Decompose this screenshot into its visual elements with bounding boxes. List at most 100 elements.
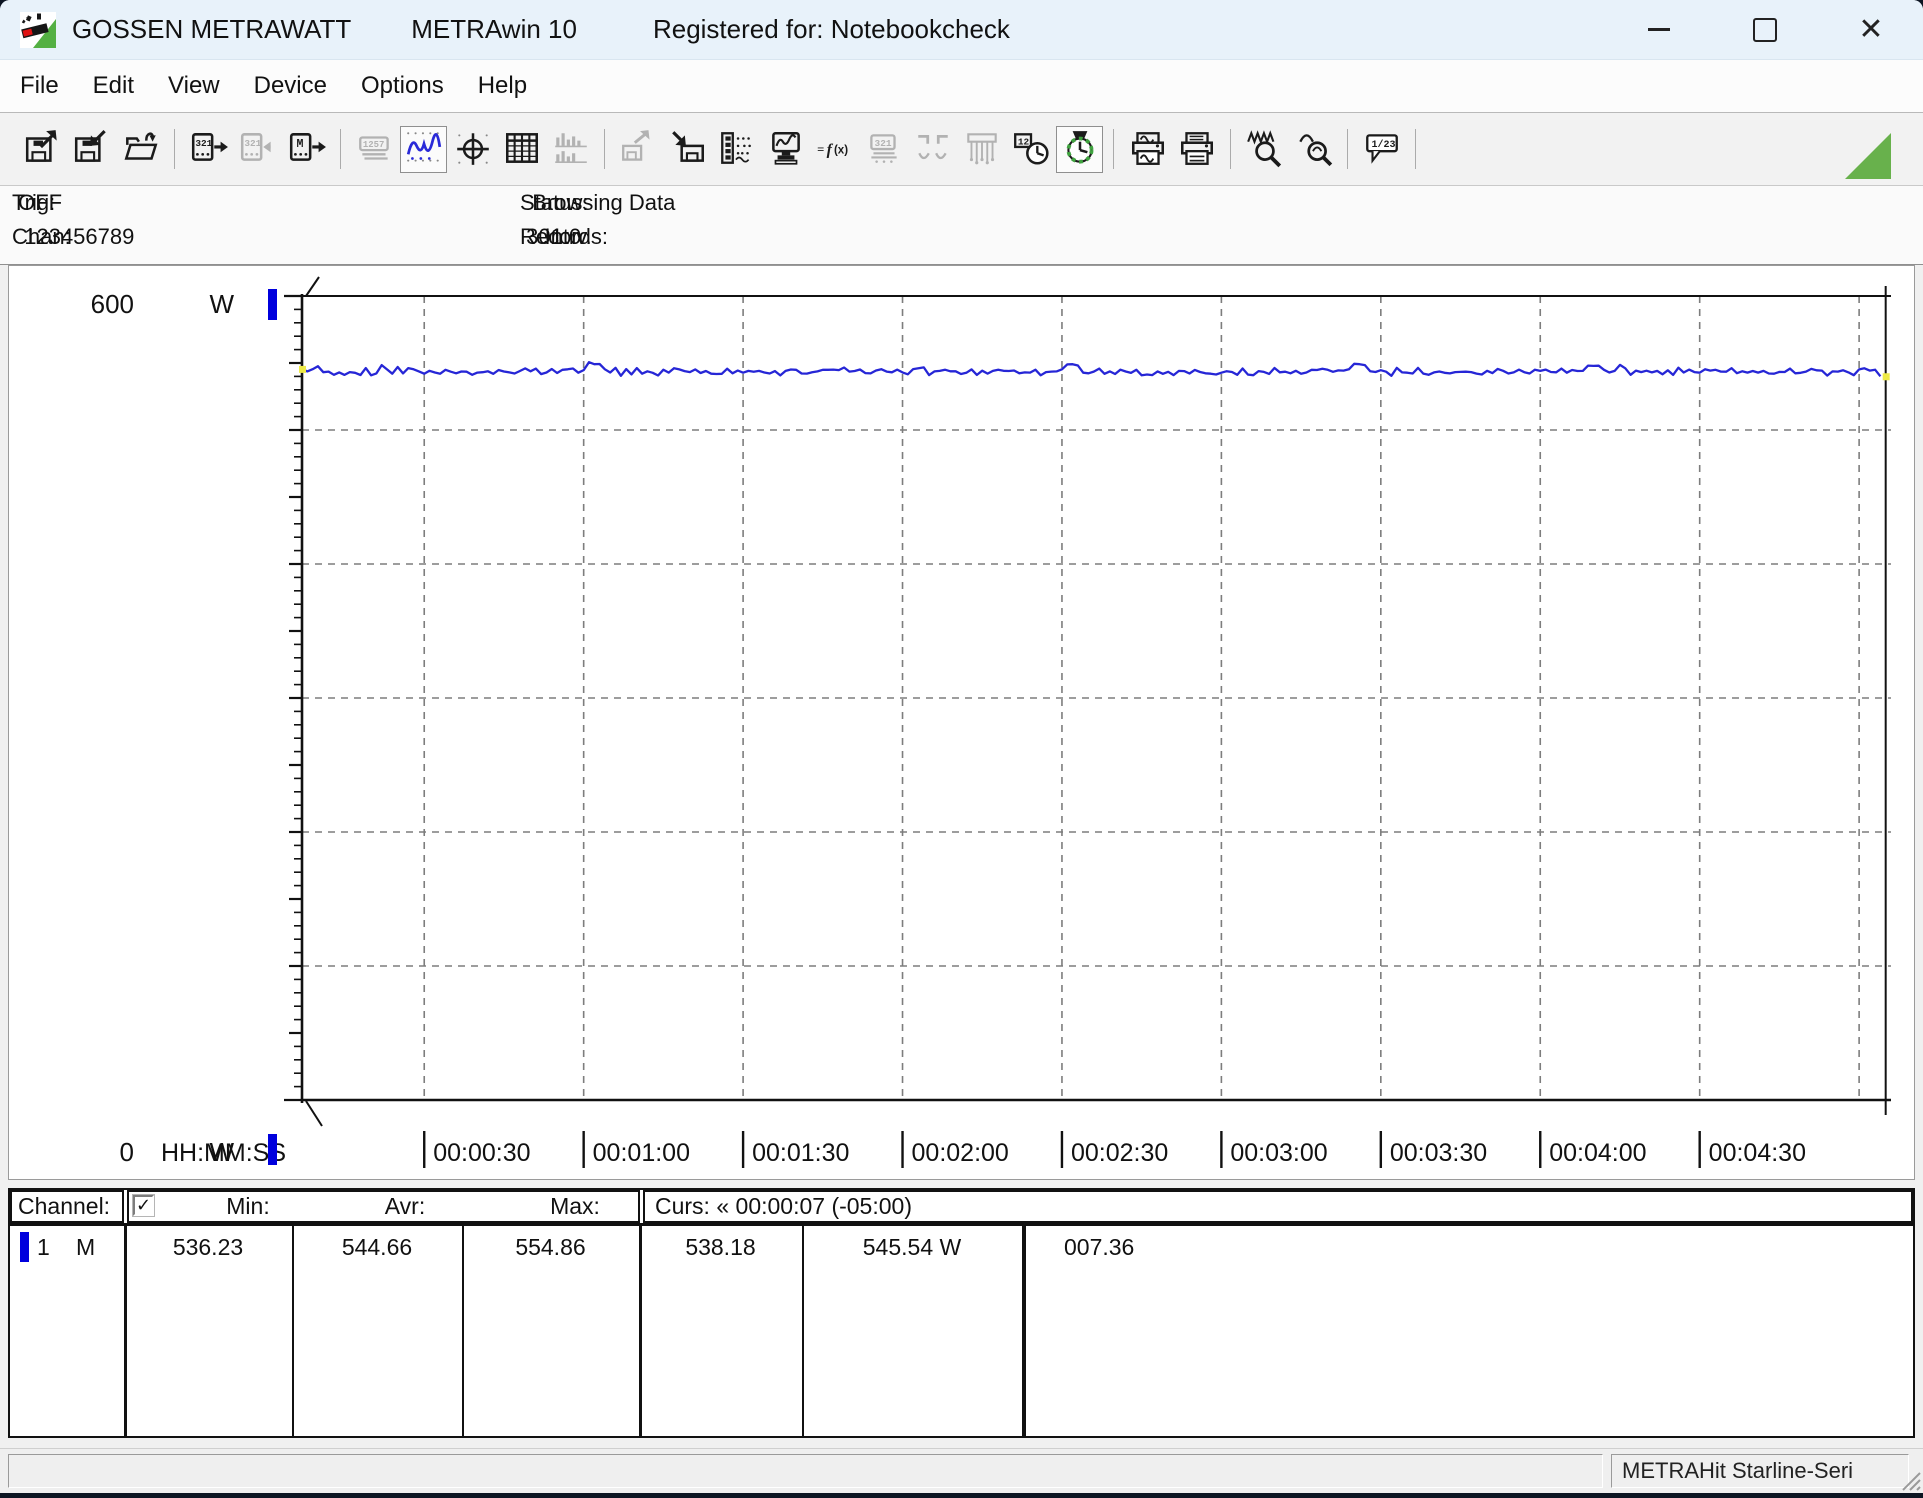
maximize-button[interactable]: [1742, 0, 1788, 59]
save-button[interactable]: [68, 126, 115, 173]
svg-text:321: 321: [195, 137, 212, 148]
x-tick-label: 00:02:00: [912, 1139, 1009, 1167]
min-value: 536.23: [124, 1234, 292, 1261]
channel-visible-checkbox[interactable]: ✓: [133, 1195, 154, 1216]
table-column-divider: [1022, 1223, 1026, 1436]
toolbar: 321 321 M 1257 =f(x) 321 12 1/23: [0, 112, 1923, 186]
graph-view-button[interactable]: [400, 126, 447, 173]
multi-channel-button[interactable]: [958, 126, 1005, 173]
channel-number[interactable]: 1: [37, 1234, 50, 1261]
toolbar-separator: [1415, 129, 1416, 169]
title-vendor: GOSSEN METRAWATT: [72, 14, 351, 45]
formula-fx-icon: =f(x): [815, 128, 855, 171]
device-321-arrow-left-icon: 321: [238, 128, 278, 171]
monitor-wave-icon: [766, 128, 806, 171]
chart-panel: 00:00:3000:01:0000:01:3000:02:0000:02:30…: [8, 265, 1915, 1180]
formula-button[interactable]: =f(x): [811, 126, 858, 173]
records-label: Records: 301 Intrv. 1.0: [520, 224, 551, 250]
svg-text:1257: 1257: [362, 139, 383, 149]
x-tick-label: 00:04:00: [1549, 1139, 1646, 1167]
channel-marker-top: [268, 289, 277, 320]
device-name: METRAHit Starline-Seri: [1622, 1458, 1853, 1483]
x-tick-label: 00:00:30: [433, 1139, 530, 1167]
open-file-icon: [121, 128, 161, 171]
svg-text:321: 321: [874, 137, 891, 148]
avr-column-header: Avr:: [355, 1193, 455, 1220]
channel-mode: M: [76, 1234, 95, 1261]
channel-select-button[interactable]: [713, 126, 760, 173]
app-logo-icon: [20, 12, 56, 48]
open-file-button[interactable]: [117, 126, 164, 173]
menu-item-options[interactable]: Options: [344, 61, 461, 111]
title-app-name: METRAwin 10: [411, 14, 577, 45]
y-axis-unit-bottom: W: [209, 1137, 234, 1167]
histogram-icon: [551, 128, 591, 171]
crosshair-axes-icon: [453, 128, 493, 171]
trig-label: Trig: OFF: [12, 190, 18, 216]
power-chart: 00:00:3000:01:0000:01:3000:02:0000:02:30…: [1, 265, 1923, 1180]
svg-text:M: M: [296, 137, 303, 150]
histogram-view-button[interactable]: [547, 126, 594, 173]
y-axis-max-label: 600: [91, 289, 134, 319]
close-button[interactable]: ✕: [1848, 0, 1894, 59]
multi-probe-icon: [962, 128, 1002, 171]
menu-item-edit[interactable]: Edit: [76, 61, 151, 111]
minimize-button[interactable]: [1636, 0, 1682, 59]
save-icon: [72, 128, 112, 171]
cursor1-bottom-mark: [306, 1101, 322, 1126]
read-device-button[interactable]: 321: [185, 126, 232, 173]
green-clock-icon: [1060, 128, 1100, 171]
zoom-in-button[interactable]: [1241, 126, 1288, 173]
toolbar-separator: [1347, 129, 1348, 169]
resize-grip[interactable]: [1899, 1469, 1921, 1491]
channel-column-header: Channel:: [18, 1193, 110, 1220]
svg-text:f: f: [826, 141, 833, 158]
save-as-button[interactable]: [19, 126, 66, 173]
device-save-button[interactable]: [615, 126, 662, 173]
cursor1-value: 538.18: [639, 1234, 802, 1261]
svg-text:(x): (x): [833, 144, 847, 156]
minimize-icon: [1648, 28, 1670, 31]
toolbar-corner-triangle: [1845, 133, 1891, 179]
device-config-button[interactable]: 321: [860, 126, 907, 173]
avr-value: 544.66: [292, 1234, 462, 1261]
menu-item-view[interactable]: View: [151, 61, 237, 111]
annotation-button[interactable]: 1/23: [1358, 126, 1405, 173]
display-321-icon: 321: [864, 128, 904, 171]
print-preview-button[interactable]: [1124, 126, 1171, 173]
x-tick-label: 00:03:30: [1390, 1139, 1487, 1167]
menu-item-help[interactable]: Help: [461, 61, 544, 111]
live-clock-button[interactable]: [1056, 126, 1103, 173]
device-m-arrow-right-icon: M: [287, 128, 327, 171]
zoom-out-button[interactable]: [1290, 126, 1337, 173]
x-tick-label: 00:01:00: [593, 1139, 690, 1167]
chan-value: 123456789: [24, 224, 134, 250]
max-column-header: Max:: [525, 1193, 625, 1220]
status-bar-message-area: [8, 1454, 1603, 1488]
numeric-display-button[interactable]: 1257: [351, 126, 398, 173]
toolbar-separator: [1230, 129, 1231, 169]
device-read-button[interactable]: [664, 126, 711, 173]
read-memory-button[interactable]: M: [283, 126, 330, 173]
menu-item-device[interactable]: Device: [237, 61, 344, 111]
print-button[interactable]: [1173, 126, 1220, 173]
write-device-button[interactable]: 321: [234, 126, 281, 173]
x-tick-label: 00:03:00: [1230, 1139, 1327, 1167]
table-view-button[interactable]: [498, 126, 545, 173]
monitor-button[interactable]: [762, 126, 809, 173]
svg-text:321: 321: [244, 137, 261, 148]
clock-12-icon: 12: [1011, 128, 1051, 171]
graph-curve-icon: [404, 128, 444, 171]
save-as-icon: [23, 128, 63, 171]
xy-view-button[interactable]: [449, 126, 496, 173]
y-axis-min-label: 0: [120, 1137, 134, 1167]
metrawin-window: GOSSEN METRAWATT METRAwin 10 Registered …: [0, 0, 1923, 1493]
channel-table: Channel:✓Min:Avr:Max:Curs: « 00:00:07 (-…: [8, 1188, 1915, 1438]
title-registered-for: Registered for: Notebookcheck: [653, 14, 1010, 45]
channel-marker-bottom: [268, 1134, 277, 1165]
trig-value: OFF: [18, 190, 62, 216]
menu-bar: FileEditViewDeviceOptionsHelp: [0, 60, 1923, 112]
probe-pair-button[interactable]: [909, 126, 956, 173]
menu-item-file[interactable]: File: [3, 61, 76, 111]
time-sync-button[interactable]: 12: [1007, 126, 1054, 173]
